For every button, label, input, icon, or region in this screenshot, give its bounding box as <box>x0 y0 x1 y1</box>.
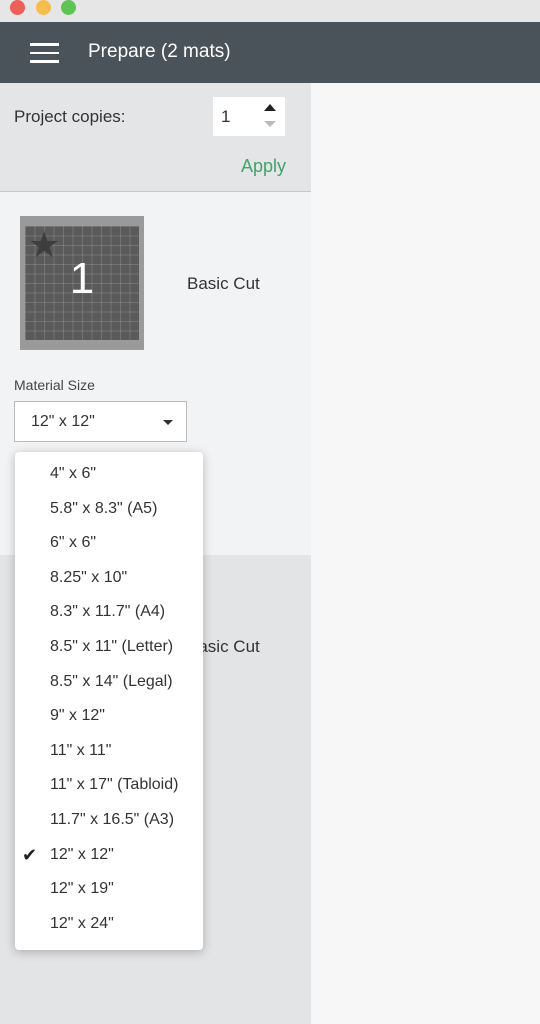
project-copies-stepper[interactable]: 1 <box>213 97 285 136</box>
maximize-window-button[interactable] <box>61 0 76 15</box>
dropdown-option-label: 6" x 6" <box>50 534 97 552</box>
dropdown-option[interactable]: 8.5" x 11" (Letter) <box>15 630 203 665</box>
dropdown-option-label: 11.7" x 16.5" (A3) <box>50 810 175 828</box>
dropdown-option-label: 12" x 24" <box>50 914 114 932</box>
close-window-button[interactable] <box>10 0 25 15</box>
dropdown-option[interactable]: 8.25" x 10" <box>15 561 203 596</box>
dropdown-option[interactable]: 9" x 12" <box>15 699 203 734</box>
material-size-value: 12" x 12" <box>31 413 95 430</box>
dropdown-option-label: 11" x 17" (Tabloid) <box>50 776 179 794</box>
dropdown-option-label: 12" x 12" <box>50 845 114 863</box>
dropdown-option[interactable]: 12" x 24" <box>15 907 203 942</box>
dropdown-option-label: 9" x 12" <box>50 707 105 725</box>
mat-thumbnail[interactable]: ★ 1 <box>20 216 144 350</box>
dropdown-option[interactable]: 8.5" x 14" (Legal) <box>15 665 203 700</box>
increment-arrow-icon[interactable] <box>264 104 276 111</box>
dropdown-option-label: 5.8" x 8.3" (A5) <box>50 499 158 517</box>
window-titlebar <box>0 0 540 22</box>
dropdown-option[interactable]: 11" x 11" <box>15 734 203 769</box>
dropdown-option-label: 8.3" x 11.7" (A4) <box>50 603 166 621</box>
dropdown-option-label: 8.5" x 14" (Legal) <box>50 672 173 690</box>
material-size-select[interactable]: 12" x 12" <box>14 401 187 442</box>
material-size-dropdown: 4" x 6" 5.8" x 8.3" (A5) 6" x 6" 8.25" x 10… <box>15 452 203 950</box>
chevron-down-icon <box>163 420 173 425</box>
dropdown-option[interactable]: 4" x 6" <box>15 457 203 492</box>
dropdown-option[interactable]: ✔ 12" x 12" <box>15 838 203 873</box>
checkmark-icon: ✔ <box>22 844 38 865</box>
project-copies-label: Project copies: <box>14 107 126 126</box>
dropdown-option[interactable]: 12" x 19" <box>15 872 203 907</box>
dropdown-option-label: 11" x 11" <box>50 741 112 759</box>
app-header: Prepare (2 mats) <box>0 22 540 83</box>
material-size-label: Material Size <box>14 377 95 393</box>
page-title: Prepare (2 mats) <box>88 41 231 62</box>
dropdown-option-label: 4" x 6" <box>50 465 97 482</box>
mat-cut-type: Basic Cut <box>187 274 260 293</box>
apply-button[interactable]: Apply <box>241 156 286 177</box>
dropdown-option[interactable]: 11" x 17" (Tabloid) <box>15 768 203 803</box>
project-copies-value[interactable]: 1 <box>221 107 230 127</box>
dropdown-option[interactable]: 6" x 6" <box>15 526 203 561</box>
dropdown-option-label: 8.25" x 10" <box>50 568 128 586</box>
minimize-window-button[interactable] <box>36 0 51 15</box>
mat-number: 1 <box>69 254 95 303</box>
hamburger-icon[interactable] <box>30 43 59 63</box>
dropdown-option-label: 8.5" x 11" (Letter) <box>50 637 174 655</box>
decrement-arrow-icon[interactable] <box>264 121 276 127</box>
project-copies-section: Project copies: 1 Apply <box>0 83 311 192</box>
dropdown-option[interactable]: 11.7" x 16.5" (A3) <box>15 803 203 838</box>
dropdown-option[interactable]: 5.8" x 8.3" (A5) <box>15 492 203 527</box>
dropdown-option[interactable]: 8.3" x 11.7" (A4) <box>15 595 203 630</box>
dropdown-option-label: 12" x 19" <box>50 880 114 898</box>
